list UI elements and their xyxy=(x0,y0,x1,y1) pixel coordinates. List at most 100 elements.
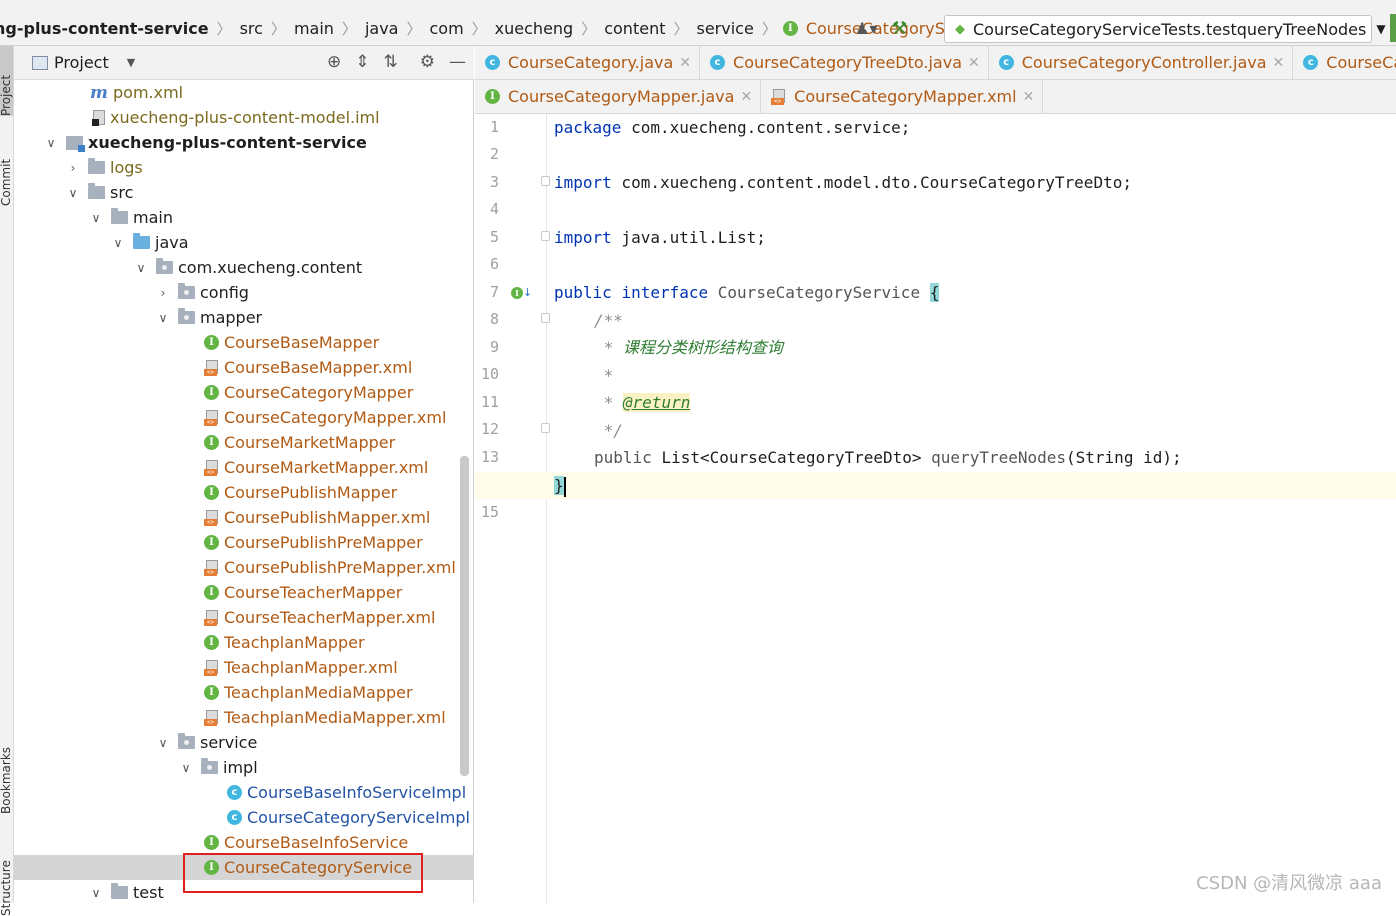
line-number: 9 xyxy=(489,338,499,356)
chevron-down-icon[interactable]: ∨ xyxy=(111,236,125,250)
tree-item-config[interactable]: › config xyxy=(14,280,474,305)
tool-window-project[interactable]: Project xyxy=(0,46,13,116)
tree-item-java[interactable]: ∨ java xyxy=(14,230,474,255)
chevron-right-icon[interactable]: › xyxy=(156,286,170,300)
tree-item-model-iml[interactable]: xuecheng-plus-content-model.iml xyxy=(14,105,474,130)
tree-item-file[interactable]: I TeachplanMapper xyxy=(14,630,474,655)
fold-marker-icon[interactable] xyxy=(541,313,550,323)
chevron-right-icon[interactable]: › xyxy=(66,161,80,175)
chevron-down-icon[interactable]: ∨ xyxy=(66,186,80,200)
class-icon: c xyxy=(227,785,242,800)
code-line-5: import java.util.List; xyxy=(554,224,766,251)
keyword: package xyxy=(554,118,622,137)
tab-coursecategorycontroller-java[interactable]: c CourseCategoryController.java ✕ xyxy=(989,46,1294,79)
tool-window-bookmarks[interactable]: Bookmarks xyxy=(0,730,13,814)
chevron-down-icon: ▼ xyxy=(1376,22,1386,36)
tree-item-package[interactable]: ∨ com.xuecheng.content xyxy=(14,255,474,280)
tree-item-impl[interactable]: ∨ impl xyxy=(14,755,474,780)
module-icon xyxy=(66,135,85,152)
run-configuration-select[interactable]: ◆ CourseCategoryServiceTests.testqueryTr… xyxy=(944,15,1386,43)
close-icon[interactable]: ✕ xyxy=(1023,89,1035,105)
tab-coursecategorymapper-java[interactable]: I CourseCategoryMapper.java ✕ xyxy=(475,80,762,113)
breadcrumb-java[interactable]: java xyxy=(363,19,401,38)
breadcrumb-service[interactable]: service xyxy=(695,19,756,38)
tree-item-file[interactable]: c CourseCategoryServiceImpl xyxy=(14,805,474,830)
tree-item-file[interactable]: I CoursePublishPreMapper xyxy=(14,530,474,555)
tree-item-file[interactable]: <> TeachplanMediaMapper.xml xyxy=(14,705,474,730)
breadcrumb-main[interactable]: main xyxy=(292,19,336,38)
tree-item-file[interactable]: c CourseBaseInfoServiceImpl xyxy=(14,780,474,805)
tool-window-structure[interactable]: Structure xyxy=(0,846,13,916)
close-icon[interactable]: ✕ xyxy=(679,55,691,71)
scrollbar-thumb[interactable] xyxy=(460,456,469,776)
breadcrumb-module[interactable]: ng-plus-content-service xyxy=(0,19,211,38)
tree-item-logs[interactable]: › logs xyxy=(14,155,474,180)
chevron-down-icon[interactable]: ∨ xyxy=(179,761,193,775)
tree-item-file[interactable]: I CoursePublishMapper xyxy=(14,480,474,505)
tree-item-file[interactable]: <> TeachplanMapper.xml xyxy=(14,655,474,680)
tab-coursecategorymapper-xml[interactable]: <> CourseCategoryMapper.xml ✕ xyxy=(761,80,1044,113)
fold-marker-icon[interactable] xyxy=(541,176,550,186)
tree-item-file[interactable]: I CourseMarketMapper xyxy=(14,430,474,455)
expand-all-icon[interactable]: ⇕ xyxy=(355,52,369,72)
implemented-by-icon[interactable]: I ↓ xyxy=(511,286,532,299)
tree-item-mapper[interactable]: ∨ mapper xyxy=(14,305,474,330)
breadcrumb-xuecheng[interactable]: xuecheng xyxy=(493,19,576,38)
tree-item-file[interactable]: <> CourseCategoryMapper.xml xyxy=(14,405,474,430)
tree-item-pom[interactable]: m pom.xml xyxy=(14,80,474,105)
close-icon[interactable]: ✕ xyxy=(968,55,980,71)
collapse-all-icon[interactable]: ⇅ xyxy=(384,52,398,72)
tab-coursecategory-java[interactable]: c CourseCategory.java ✕ xyxy=(475,46,701,79)
tree-item-file[interactable]: <> CoursePublishMapper.xml xyxy=(14,505,474,530)
fold-marker-icon[interactable] xyxy=(541,423,550,433)
chevron-down-icon[interactable]: ∨ xyxy=(134,261,148,275)
tree-item-label: CourseMarketMapper.xml xyxy=(224,458,429,477)
tree-item-file[interactable]: <> CourseTeacherMapper.xml xyxy=(14,605,474,630)
chevron-down-icon[interactable]: ∨ xyxy=(89,211,103,225)
tab-coursecategorytreedto-java[interactable]: c CourseCategoryTreeDto.java ✕ xyxy=(700,46,989,79)
panel-title[interactable]: Project xyxy=(54,53,109,72)
code-line-7: public interface CourseCategoryService { xyxy=(554,279,940,306)
chevron-down-icon[interactable]: ∨ xyxy=(156,736,170,750)
line-number-gutter[interactable]: 1 2 3 4 5 6 7 8 9 10 11 12 13 14 15 I↓ xyxy=(475,114,550,903)
tree-item-file[interactable]: I CourseBaseMapper xyxy=(14,330,474,355)
class-icon: c xyxy=(227,810,242,825)
close-icon[interactable]: ✕ xyxy=(740,89,752,105)
tree-item-file[interactable]: I CourseTeacherMapper xyxy=(14,580,474,605)
code-area[interactable]: package com.xuecheng.content.service; im… xyxy=(475,114,1396,903)
tree-item-file[interactable]: <> CoursePublishPreMapper.xml xyxy=(14,555,474,580)
parameters: (String id); xyxy=(1066,448,1182,467)
chevron-right-icon: 〉 xyxy=(581,19,597,38)
tool-window-commit[interactable]: Commit xyxy=(0,146,13,206)
run-button[interactable] xyxy=(1390,14,1396,42)
chevron-down-icon[interactable]: ∨ xyxy=(89,886,103,900)
breadcrumb-content[interactable]: content xyxy=(602,19,667,38)
chevron-down-icon[interactable]: ∨ xyxy=(44,136,58,150)
fold-marker-icon[interactable] xyxy=(541,231,550,241)
breadcrumb-src[interactable]: src xyxy=(238,19,265,38)
gear-icon[interactable]: ⚙ xyxy=(420,52,435,72)
tree-item-service[interactable]: ∨ service xyxy=(14,730,474,755)
chevron-down-icon[interactable]: ∨ xyxy=(156,311,170,325)
breadcrumb-com[interactable]: com xyxy=(427,19,465,38)
tree-item-file[interactable]: I TeachplanMediaMapper xyxy=(14,680,474,705)
text-cursor xyxy=(563,476,566,497)
line-number: 2 xyxy=(489,145,499,163)
tree-item-src[interactable]: ∨ src xyxy=(14,180,474,205)
tab-coursecategory-truncated[interactable]: c CourseCategory xyxy=(1293,46,1396,79)
locate-file-icon[interactable]: ⊕ xyxy=(327,52,341,72)
chevron-right-icon: 〉 xyxy=(270,19,286,38)
minimize-icon[interactable]: — xyxy=(449,52,466,72)
chevron-down-icon[interactable]: ▼ xyxy=(127,56,135,69)
tree-item-file[interactable]: I CourseCategoryMapper xyxy=(14,380,474,405)
interface-icon: I xyxy=(204,485,219,500)
tree-item-file[interactable]: I CourseBaseInfoService xyxy=(14,830,474,855)
tree-item-file[interactable]: <> CourseBaseMapper.xml xyxy=(14,355,474,380)
close-icon[interactable]: ✕ xyxy=(1273,55,1285,71)
tree-item-service-module[interactable]: ∨ xuecheng-plus-content-service xyxy=(14,130,474,155)
line-number: 15 xyxy=(480,503,499,521)
build-hammer-icon[interactable]: ⚒ xyxy=(891,18,907,39)
user-account-icon[interactable]: ♟▾ xyxy=(855,19,877,38)
tree-item-file[interactable]: <> CourseMarketMapper.xml xyxy=(14,455,474,480)
tree-item-main[interactable]: ∨ main xyxy=(14,205,474,230)
